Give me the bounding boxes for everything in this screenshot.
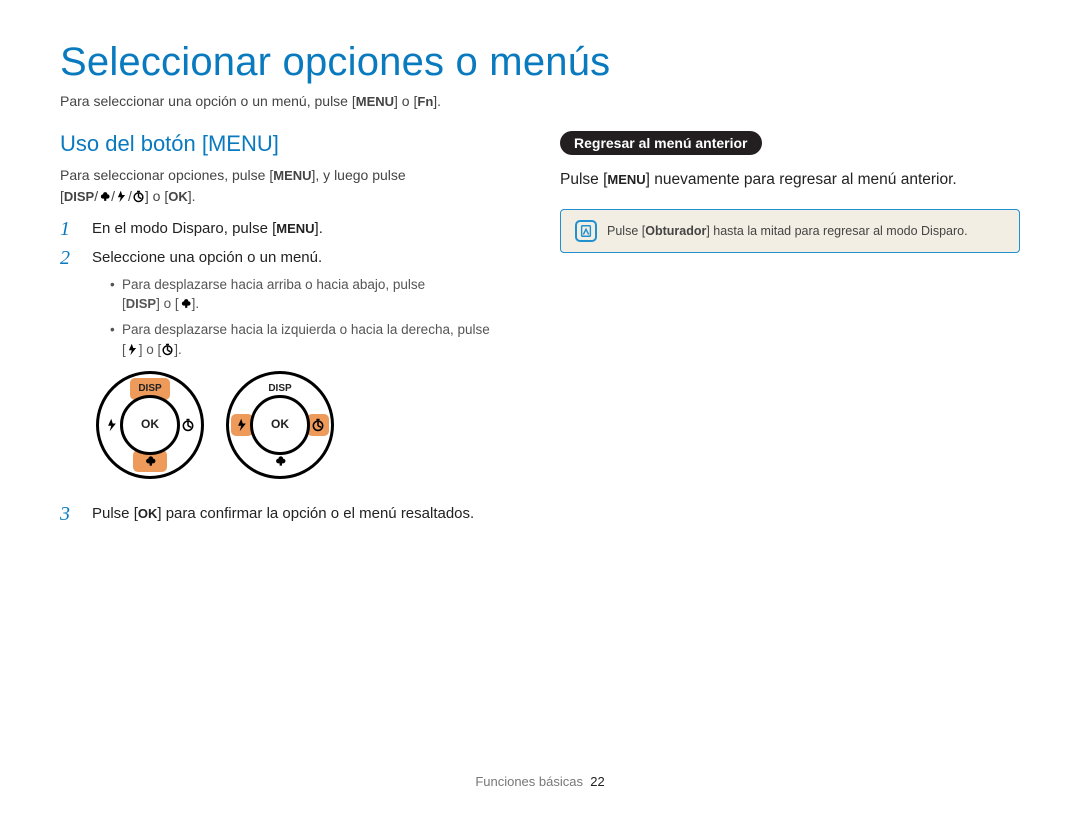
- timer-icon: [177, 414, 199, 436]
- timer-icon: [132, 188, 145, 208]
- step-number: 2: [60, 247, 78, 497]
- flash-icon: [126, 342, 139, 362]
- dial-diagram-row: DISP OK DISP OK: [96, 371, 490, 479]
- note-box: Pulse [Obturador] hasta la mitad para re…: [560, 209, 1020, 253]
- left-column: Uso del botón [MENU] Para seleccionar op…: [60, 131, 520, 532]
- step-1: 1 En el modo Disparo, pulse [MENU].: [60, 218, 520, 241]
- right-column: Regresar al menú anterior Pulse [MENU] n…: [560, 131, 1020, 532]
- lead-text: Para seleccionar opciones, pulse [MENU],…: [60, 165, 520, 208]
- back-text: Pulse [MENU] nuevamente para regresar al…: [560, 169, 1020, 191]
- timer-icon: [161, 342, 174, 362]
- flash-icon: [115, 188, 128, 208]
- note-icon: [575, 220, 597, 242]
- step-2: 2 Seleccione una opción o un menú. Para …: [60, 247, 520, 497]
- step-3: 3 Pulse [OK] para confirmar la opción o …: [60, 503, 520, 526]
- page-footer: Funciones básicas 22: [0, 774, 1080, 789]
- dial-leftright: DISP OK: [226, 371, 334, 479]
- section-heading: Uso del botón [MENU]: [60, 131, 520, 157]
- dial-ok: OK: [250, 395, 310, 455]
- step-list: 1 En el modo Disparo, pulse [MENU]. 2 Se…: [60, 218, 520, 526]
- step-number: 1: [60, 218, 78, 241]
- flower-icon: [98, 188, 111, 208]
- bullet-item: Para desplazarse hacia arriba o hacia ab…: [110, 275, 490, 316]
- back-chip: Regresar al menú anterior: [560, 131, 762, 155]
- dial-ok: OK: [120, 395, 180, 455]
- bullet-item: Para desplazarse hacia la izquierda o ha…: [110, 320, 490, 361]
- step-number: 3: [60, 503, 78, 526]
- page-title: Seleccionar opciones o menús: [60, 40, 1020, 85]
- dial-updown: DISP OK: [96, 371, 204, 479]
- intro-text: Para seleccionar una opción o un menú, p…: [60, 93, 1020, 109]
- timer-icon: [307, 414, 329, 436]
- flower-icon: [179, 296, 192, 316]
